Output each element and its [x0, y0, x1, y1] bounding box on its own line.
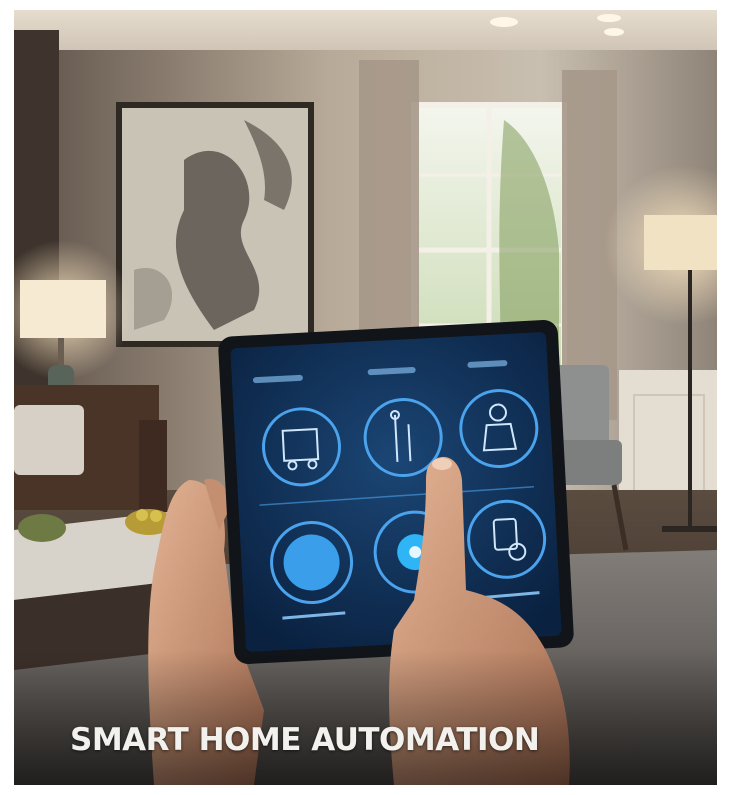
living-room-photo: [14, 10, 717, 785]
scene-illustration: [14, 10, 717, 785]
photo-frame: SMART HOME AUTOMATION: [0, 0, 731, 795]
ceiling-light: [597, 14, 621, 22]
sofa: [14, 385, 167, 520]
caption-title: SMART HOME AUTOMATION: [70, 722, 540, 758]
wall-painting: [116, 102, 314, 347]
ceiling-light: [490, 17, 518, 27]
tablet-device: [218, 320, 574, 664]
ceiling-light: [604, 28, 624, 36]
